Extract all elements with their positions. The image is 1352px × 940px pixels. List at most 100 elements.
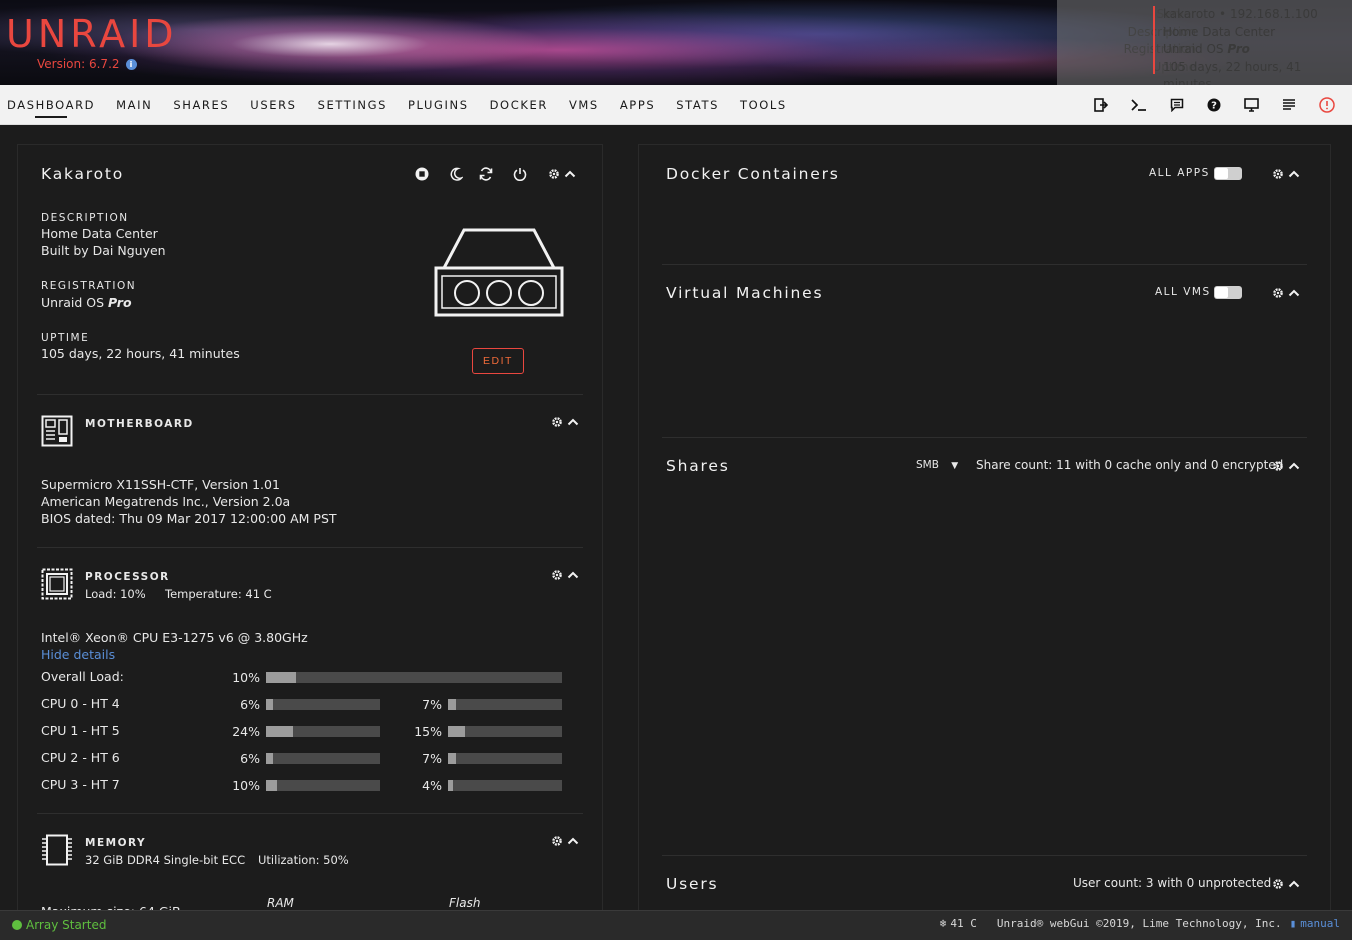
share-count: Share count: 11 with 0 cache only and 0 … [976,458,1284,472]
gear-icon[interactable] [549,414,565,430]
vms-title: Virtual Machines [666,284,824,302]
users-controls [1270,876,1302,892]
all-apps-label: ALL APPS [1149,167,1210,179]
tab-apps[interactable]: APPS [620,85,655,125]
overall-load-fill [266,672,296,683]
flash-column-label: Flash [449,896,481,910]
unraid-logo: UNRAID [6,12,178,56]
logout-icon[interactable] [1090,95,1112,115]
ram-column-label: RAM [267,896,294,910]
docker-title: Docker Containers [666,165,840,183]
info-icon[interactable]: i [125,59,137,70]
gear-icon[interactable] [546,166,562,182]
overall-load-bar [266,672,562,683]
server-controls [414,166,578,182]
registration-value: Unraid OS Pro [1163,42,1250,56]
registration-type-label: Pro [108,295,132,310]
tab-dashboard[interactable]: DASHBOARD [7,85,95,125]
tab-main[interactable]: MAIN [116,85,152,125]
cpu-pct: 10% [232,778,260,793]
gear-icon[interactable] [549,833,565,849]
version-label[interactable]: Version: 6.7.2 i [37,57,137,71]
processor-load: Load: 10% [85,587,146,601]
collapse-icon[interactable] [562,166,578,182]
processor-icon [41,568,73,604]
docker-controls [1270,166,1302,182]
collapse-icon[interactable] [1286,166,1302,182]
sleep-icon[interactable] [448,166,464,182]
info-display-icon[interactable] [1241,95,1263,115]
cpu-label: CPU 1 - HT 5 [41,723,120,738]
ht-pct: 7% [422,751,442,766]
user-count: User count: 3 with 0 unprotected [1073,876,1272,890]
divider [662,855,1307,856]
ht-bar-fill [448,699,456,710]
collapse-icon[interactable] [1286,285,1302,301]
hide-details-link[interactable]: Hide details [41,647,115,662]
memory-utilization: Utilization: 50% [258,853,349,867]
gear-icon[interactable] [1270,876,1286,892]
footer-right: ❄ 41 C Unraid® webGui ©2019, Lime Techno… [940,917,1340,930]
gear-icon[interactable] [549,567,565,583]
motherboard-bios-date: BIOS dated: Thu 09 Mar 2017 12:00:00 AM … [41,511,337,526]
footer-temperature: 41 C [950,917,977,930]
cpu-bar [266,699,380,710]
tab-docker[interactable]: DOCKER [490,85,548,125]
server-value: kakaroto • 192.168.1.100 [1163,7,1318,21]
svg-text:?: ? [1211,101,1217,112]
server-case-icon [434,228,564,322]
gear-icon[interactable] [1270,458,1286,474]
divider [37,547,583,548]
log-icon[interactable] [1278,95,1300,115]
feedback-icon[interactable] [1166,95,1188,115]
collapse-icon[interactable] [565,414,581,430]
ht-bar [448,699,562,710]
power-alert-icon[interactable] [1316,95,1338,115]
footer-copyright: Unraid® webGui ©2019, Lime Technology, I… [996,917,1282,930]
edit-button[interactable]: EDIT [472,348,524,374]
vms-controls [1270,285,1302,301]
collapse-icon[interactable] [1286,458,1302,474]
processor-model: Intel® Xeon® CPU E3-1275 v6 @ 3.80GHz [41,630,308,645]
collapse-icon[interactable] [565,567,581,583]
system-panel: Kakaroto DESCRIPTION Home Data Center Bu… [17,144,603,914]
divider [37,813,583,814]
motherboard-bios-vendor: American Megatrends Inc., Version 2.0a [41,494,291,509]
terminal-icon[interactable] [1128,95,1150,115]
memory-type: 32 GiB DDR4 Single-bit ECC [85,853,246,867]
tab-settings[interactable]: SETTINGS [318,85,387,125]
nav-tabs: DASHBOARD MAIN SHARES USERS SETTINGS PLU… [7,85,808,125]
manual-link[interactable]: manual [1300,917,1340,930]
status-ok-icon [12,920,22,930]
share-protocol-select[interactable]: SMB ▼ [916,459,958,471]
shutdown-icon[interactable] [512,166,528,182]
tab-vms[interactable]: VMS [569,85,599,125]
description-heading: DESCRIPTION [41,212,129,224]
stop-icon[interactable] [414,166,430,182]
cpu-label: CPU 3 - HT 7 [41,777,120,792]
tab-stats[interactable]: STATS [676,85,719,125]
chevron-down-icon: ▼ [951,461,959,471]
gear-icon[interactable] [1270,166,1286,182]
cpu-bar-fill [266,780,278,791]
tab-tools[interactable]: TOOLS [740,85,787,125]
all-apps-toggle[interactable] [1214,167,1242,180]
memory-controls [549,833,581,849]
tab-shares[interactable]: SHARES [173,85,229,125]
uptime-value: 105 days, 22 hours, 41 minutes [1163,59,1302,86]
help-icon[interactable]: ? [1203,95,1225,115]
header-banner: UNRAID Version: 6.7.2 i Server Descriptio… [0,0,1352,85]
server-info-values: kakaroto • 192.168.1.100 Home Data Cente… [1153,6,1352,85]
gear-icon[interactable] [1270,285,1286,301]
description-value: Home Data Center [1163,24,1276,39]
collapse-icon[interactable] [565,833,581,849]
collapse-icon[interactable] [1286,876,1302,892]
memory-heading: MEMORY [85,837,147,849]
reboot-icon[interactable] [478,166,494,182]
tab-users[interactable]: USERS [250,85,296,125]
all-vms-toggle[interactable] [1214,286,1242,299]
cpu-bar-fill [266,753,273,764]
tab-plugins[interactable]: PLUGINS [408,85,469,125]
ht-bar [448,753,562,764]
motherboard-model: Supermicro X11SSH-CTF, Version 1.01 [41,477,280,492]
